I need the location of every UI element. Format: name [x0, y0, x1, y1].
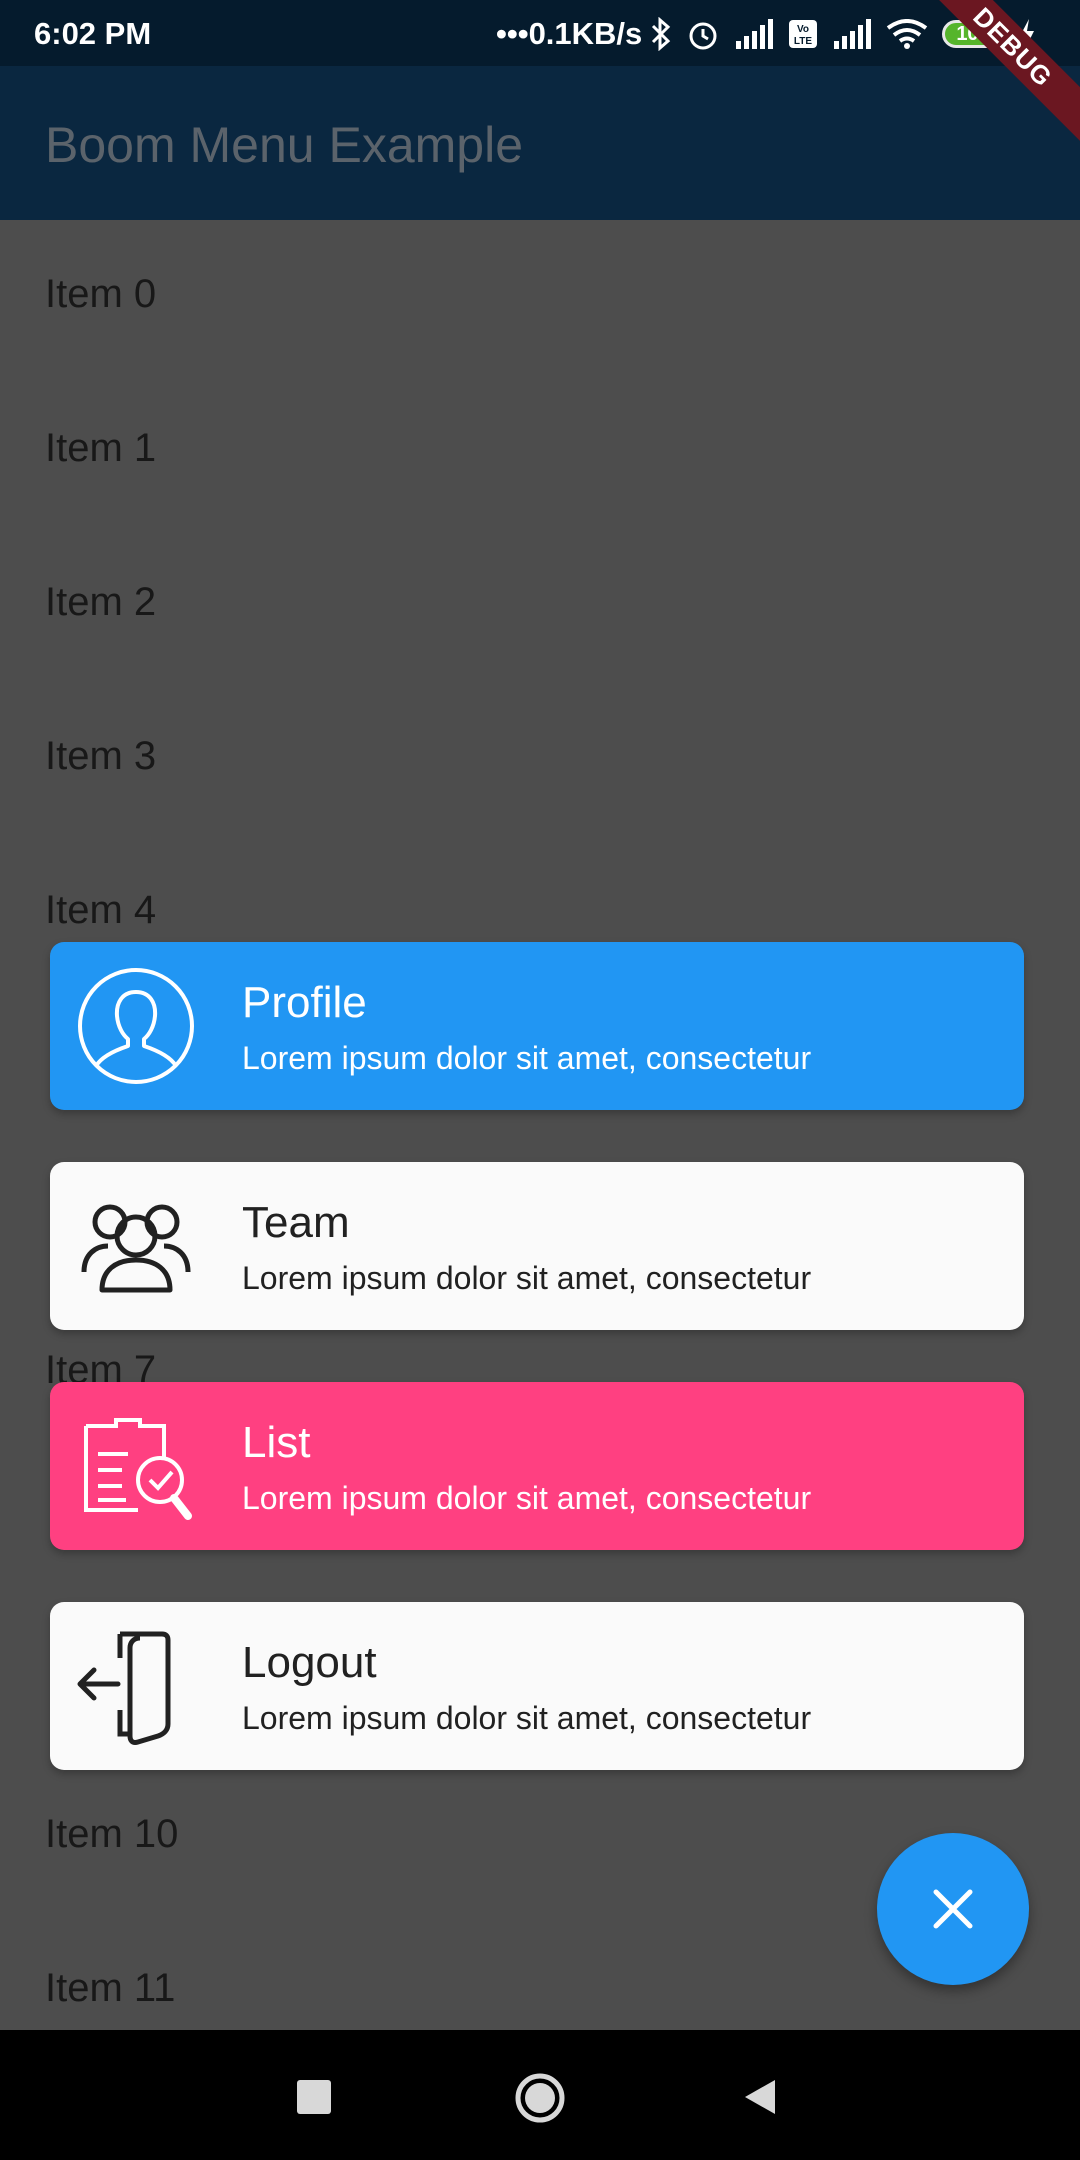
home-icon[interactable] [514, 2072, 566, 2124]
recents-icon[interactable] [297, 2080, 331, 2114]
status-bar: 6:02 PM •••0.1KB/s Vo LTE [0, 0, 1080, 66]
menu-item-logout[interactable]: Logout Lorem ipsum dolor sit amet, conse… [50, 1602, 1024, 1770]
signal-icon [736, 19, 773, 49]
status-time: 6:02 PM [34, 16, 152, 51]
menu-item-title: Team [242, 1198, 350, 1247]
signal-icon-2 [834, 19, 871, 49]
list-icon [84, 1418, 192, 1520]
page-title: Boom Menu Example [45, 117, 524, 173]
navigation-bar [0, 2030, 1080, 2160]
list-item[interactable]: Item 11 [45, 1966, 175, 2011]
svg-text:Vo: Vo [797, 24, 809, 35]
bluetooth-icon [651, 17, 671, 51]
debug-label: DEBUG [930, 0, 1080, 149]
profile-icon [78, 968, 194, 1084]
list-item[interactable]: Item 10 [45, 1812, 178, 1857]
close-icon [933, 1889, 973, 1929]
list-item[interactable]: Item 4 [45, 888, 156, 933]
menu-item-subtitle: Lorem ipsum dolor sit amet, consectetur [242, 1700, 812, 1736]
menu-item-title: List [242, 1418, 311, 1467]
menu-item-title: Profile [242, 978, 367, 1027]
svg-text:LTE: LTE [794, 36, 812, 47]
team-icon [81, 1204, 191, 1293]
menu-item-team[interactable]: Team Lorem ipsum dolor sit amet, consect… [50, 1162, 1024, 1330]
menu-item-subtitle: Lorem ipsum dolor sit amet, consectetur [242, 1040, 812, 1076]
alarm-icon [689, 22, 717, 50]
logout-icon [77, 1631, 171, 1745]
app-bar: Boom Menu Example [0, 66, 1080, 220]
menu-item-list[interactable]: List Lorem ipsum dolor sit amet, consect… [50, 1382, 1024, 1550]
menu-item-subtitle: Lorem ipsum dolor sit amet, consectetur [242, 1260, 812, 1296]
wifi-icon [886, 19, 928, 49]
debug-banner: DEBUG [930, 0, 1080, 150]
volte-icon: Vo LTE [789, 20, 817, 48]
close-menu-button[interactable] [877, 1833, 1029, 1985]
back-icon[interactable] [743, 2078, 777, 2116]
list-item[interactable]: Item 1 [45, 426, 156, 471]
menu-item-title: Logout [242, 1638, 377, 1687]
list-item[interactable]: Item 0 [45, 272, 156, 317]
menu-item-subtitle: Lorem ipsum dolor sit amet, consectetur [242, 1480, 812, 1516]
list-item[interactable]: Item 3 [45, 734, 156, 779]
list-item[interactable]: Item 2 [45, 580, 156, 625]
status-network-speed: •••0.1KB/s [496, 16, 643, 51]
menu-item-profile[interactable]: Profile Lorem ipsum dolor sit amet, cons… [50, 942, 1024, 1110]
